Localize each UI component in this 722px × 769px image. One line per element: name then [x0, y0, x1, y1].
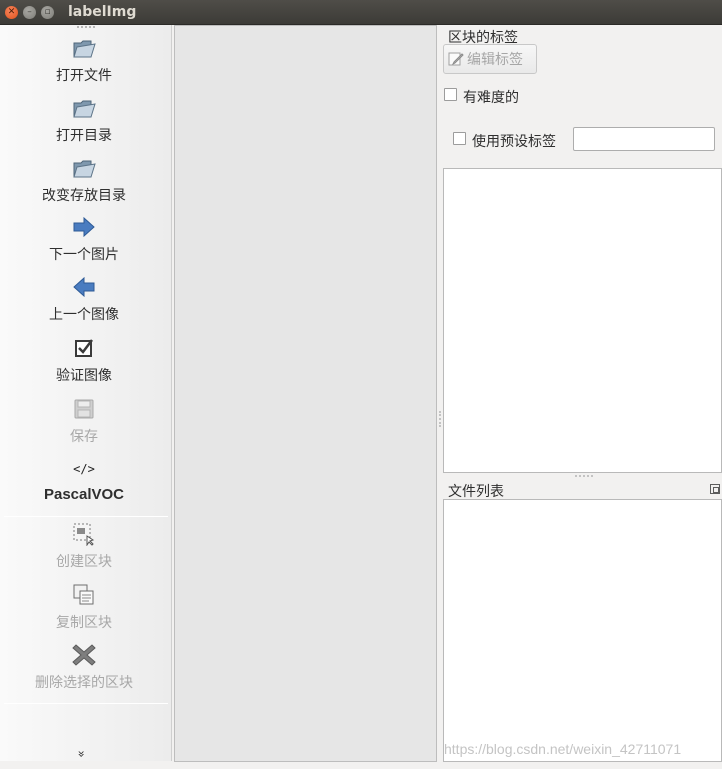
- prev-image-button[interactable]: 上一个图像: [0, 274, 168, 324]
- delete-box-label: 删除选择的区块: [35, 675, 133, 691]
- file-list[interactable]: [443, 499, 722, 762]
- open-dir-label: 打开目录: [56, 128, 112, 144]
- splitter-handle[interactable]: [439, 411, 441, 427]
- toolbar-separator: [4, 516, 168, 517]
- save-label: 保存: [70, 429, 98, 445]
- status-bar: [0, 762, 722, 769]
- save-icon: [71, 396, 97, 422]
- dock-splitter-handle[interactable]: [575, 475, 593, 477]
- delete-box-button[interactable]: 删除选择的区块: [0, 642, 168, 692]
- change-save-dir-button[interactable]: 改变存放目录: [0, 155, 168, 205]
- difficult-checkbox[interactable]: [444, 88, 457, 101]
- edit-label-button[interactable]: 编辑标签: [443, 44, 537, 74]
- open-file-button[interactable]: 打开文件: [0, 35, 168, 85]
- label-list[interactable]: [443, 168, 722, 473]
- prev-image-label: 上一个图像: [49, 307, 119, 323]
- copy-box-icon: [71, 582, 97, 608]
- code-icon: </>: [73, 462, 95, 476]
- arrow-left-icon: [71, 274, 97, 300]
- image-canvas[interactable]: [174, 25, 437, 762]
- delete-icon: [71, 642, 97, 668]
- open-folder-icon: [71, 35, 97, 61]
- next-image-label: 下一个图片: [49, 247, 119, 263]
- file-list-dock-title: 文件列表: [448, 484, 504, 500]
- verify-image-button[interactable]: 验证图像: [0, 335, 168, 385]
- minimize-window-button[interactable]: –: [23, 5, 36, 19]
- open-file-label: 打开文件: [56, 68, 112, 84]
- create-box-button[interactable]: 创建区块: [0, 521, 168, 571]
- verify-image-label: 验证图像: [56, 368, 112, 384]
- left-toolbar: 打开文件 打开目录 改变存放目录 下一个图片 上一个图像 验证图像 保存 </>…: [0, 25, 172, 761]
- edit-label-text: 编辑标签: [467, 52, 523, 68]
- dock-float-icon[interactable]: [710, 484, 720, 494]
- next-image-button[interactable]: 下一个图片: [0, 214, 168, 264]
- copy-box-button[interactable]: 复制区块: [0, 582, 168, 632]
- toolbar-grip[interactable]: [77, 26, 95, 28]
- arrow-right-icon: [71, 214, 97, 240]
- change-save-dir-label: 改变存放目录: [42, 188, 126, 204]
- default-label-input[interactable]: [573, 127, 715, 151]
- save-button[interactable]: 保存: [0, 396, 168, 446]
- format-toggle-button[interactable]: </> PascalVOC: [0, 456, 168, 503]
- edit-icon: [448, 51, 464, 67]
- open-dir-button[interactable]: 打开目录: [0, 95, 168, 145]
- watermark-text: https://blog.csdn.net/weixin_42711071: [444, 741, 682, 757]
- toolbar-overflow-icon[interactable]: »: [75, 750, 89, 757]
- toolbar-separator: [4, 703, 168, 704]
- open-folder-icon: [71, 155, 97, 181]
- maximize-window-button[interactable]: ▫: [41, 5, 54, 19]
- format-label: PascalVOC: [43, 486, 125, 503]
- use-default-label-checkbox[interactable]: [453, 132, 466, 145]
- use-default-label-text: 使用预设标签: [472, 134, 556, 150]
- title-bar: ✕ – ▫ labelImg: [0, 0, 722, 25]
- checkbox-icon: [71, 335, 97, 361]
- close-window-button[interactable]: ✕: [5, 5, 18, 19]
- window-title: labelImg: [68, 4, 137, 20]
- create-box-label: 创建区块: [56, 554, 112, 570]
- difficult-label: 有难度的: [463, 90, 519, 106]
- copy-box-label: 复制区块: [56, 615, 112, 631]
- open-folder-icon: [71, 95, 97, 121]
- create-box-icon: [71, 521, 97, 547]
